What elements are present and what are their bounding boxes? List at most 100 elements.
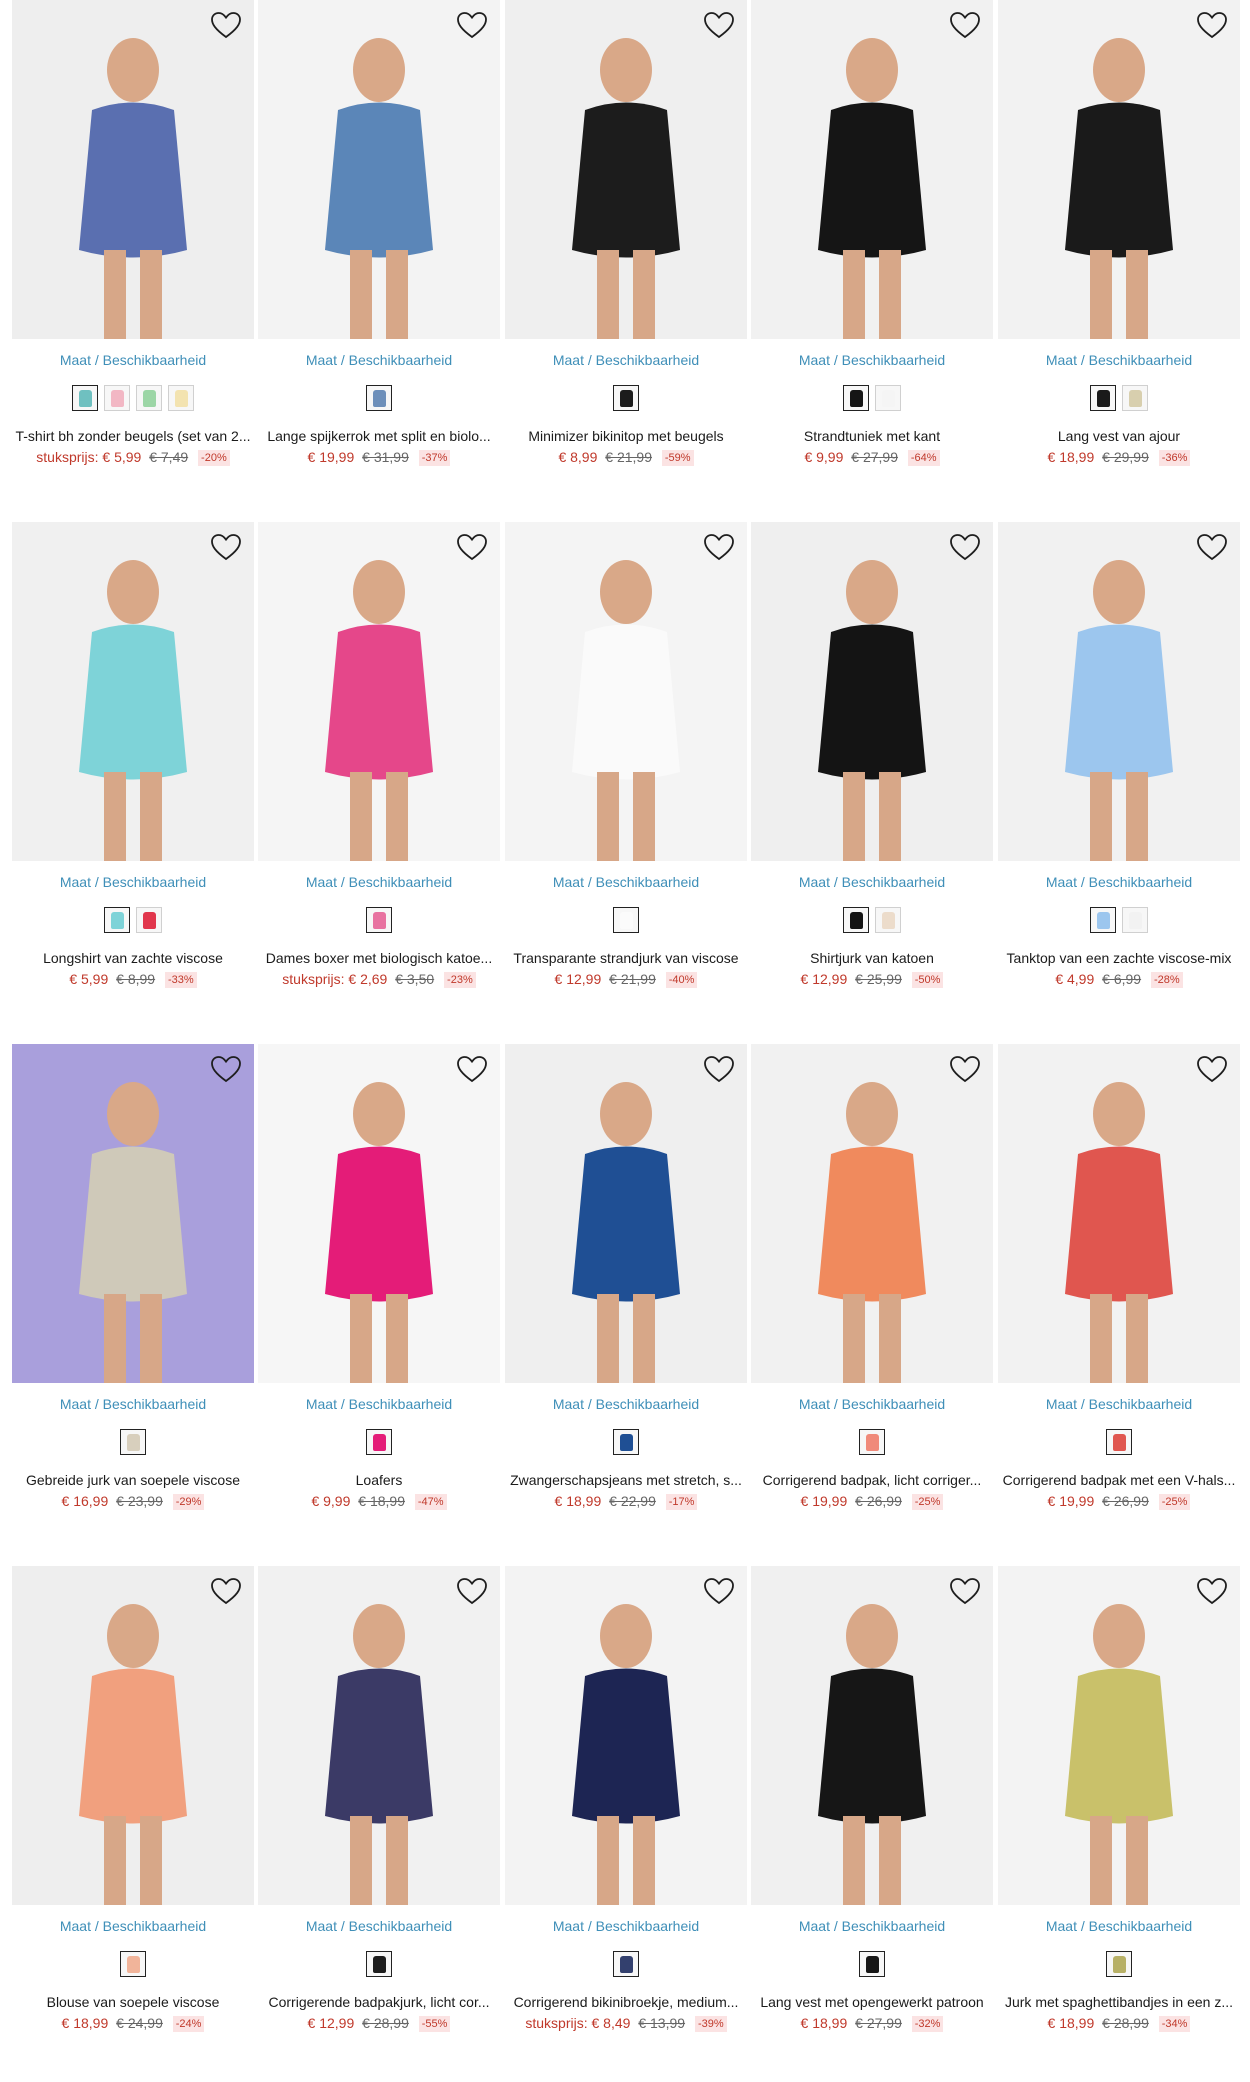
product-image[interactable] [751,522,993,861]
product-image[interactable] [258,1044,500,1383]
size-availability-link[interactable]: Maat / Beschikbaarheid [505,351,747,369]
wishlist-heart-icon[interactable] [703,10,735,40]
product-image[interactable] [998,1566,1240,1905]
product-card[interactable]: Maat / Beschikbaarheid Dames boxer met b… [258,522,500,988]
product-card[interactable]: Maat / Beschikbaarheid Gebreide jurk van… [12,1044,254,1510]
size-availability-link[interactable]: Maat / Beschikbaarheid [12,1395,254,1413]
color-swatch[interactable] [859,1429,885,1455]
color-swatch[interactable] [613,907,639,933]
color-swatch[interactable] [875,385,901,411]
product-card[interactable]: Maat / Beschikbaarheid Corrigerend badpa… [751,1044,993,1510]
product-title[interactable]: Tanktop van een zachte viscose-mix [998,949,1240,967]
product-image[interactable] [751,0,993,339]
wishlist-heart-icon[interactable] [1196,532,1228,562]
size-availability-link[interactable]: Maat / Beschikbaarheid [258,1917,500,1935]
color-swatch[interactable] [1122,385,1148,411]
color-swatch[interactable] [843,907,869,933]
color-swatch[interactable] [1122,907,1148,933]
size-availability-link[interactable]: Maat / Beschikbaarheid [751,873,993,891]
product-image[interactable] [258,1566,500,1905]
color-swatch[interactable] [859,1951,885,1977]
wishlist-heart-icon[interactable] [210,1576,242,1606]
color-swatch[interactable] [366,385,392,411]
product-title[interactable]: Lang vest met opengewerkt patroon [751,1993,993,2011]
size-availability-link[interactable]: Maat / Beschikbaarheid [505,1917,747,1935]
product-image[interactable] [505,522,747,861]
product-title[interactable]: Shirtjurk van katoen [751,949,993,967]
product-image[interactable] [12,0,254,339]
wishlist-heart-icon[interactable] [456,1054,488,1084]
wishlist-heart-icon[interactable] [456,532,488,562]
product-card[interactable]: Maat / Beschikbaarheid Loafers € 9,99 € … [258,1044,500,1510]
color-swatch[interactable] [613,385,639,411]
product-card[interactable]: Maat / Beschikbaarheid Tanktop van een z… [998,522,1240,988]
size-availability-link[interactable]: Maat / Beschikbaarheid [751,351,993,369]
product-image[interactable] [505,0,747,339]
wishlist-heart-icon[interactable] [703,1576,735,1606]
product-card[interactable]: Maat / Beschikbaarheid Corrigerende badp… [258,1566,500,2032]
size-availability-link[interactable]: Maat / Beschikbaarheid [998,351,1240,369]
product-title[interactable]: Lang vest van ajour [998,427,1240,445]
size-availability-link[interactable]: Maat / Beschikbaarheid [12,351,254,369]
wishlist-heart-icon[interactable] [949,532,981,562]
product-card[interactable]: Maat / Beschikbaarheid Shirtjurk van kat… [751,522,993,988]
size-availability-link[interactable]: Maat / Beschikbaarheid [505,873,747,891]
wishlist-heart-icon[interactable] [456,1576,488,1606]
product-title[interactable]: Minimizer bikinitop met beugels [505,427,747,445]
color-swatch[interactable] [168,385,194,411]
product-image[interactable] [505,1044,747,1383]
product-card[interactable]: Maat / Beschikbaarheid Jurk met spaghett… [998,1566,1240,2032]
product-card[interactable]: Maat / Beschikbaarheid Minimizer bikinit… [505,0,747,466]
product-title[interactable]: Loafers [258,1471,500,1489]
wishlist-heart-icon[interactable] [456,10,488,40]
color-swatch[interactable] [120,1951,146,1977]
size-availability-link[interactable]: Maat / Beschikbaarheid [751,1917,993,1935]
product-title[interactable]: Corrigerende badpakjurk, licht cor... [258,1993,500,2011]
product-image[interactable] [258,0,500,339]
size-availability-link[interactable]: Maat / Beschikbaarheid [12,873,254,891]
product-title[interactable]: Gebreide jurk van soepele viscose [12,1471,254,1489]
product-card[interactable]: Maat / Beschikbaarheid Strandtuniek met … [751,0,993,466]
color-swatch[interactable] [1106,1429,1132,1455]
color-swatch[interactable] [366,1429,392,1455]
wishlist-heart-icon[interactable] [210,532,242,562]
color-swatch[interactable] [1090,907,1116,933]
product-card[interactable]: Maat / Beschikbaarheid Longshirt van zac… [12,522,254,988]
product-card[interactable]: Maat / Beschikbaarheid Zwangerschapsjean… [505,1044,747,1510]
color-swatch[interactable] [875,907,901,933]
product-image[interactable] [998,522,1240,861]
product-title[interactable]: Transparante strandjurk van viscose [505,949,747,967]
product-title[interactable]: Lange spijkerrok met split en biolo... [258,427,500,445]
wishlist-heart-icon[interactable] [1196,10,1228,40]
product-image[interactable] [258,522,500,861]
product-card[interactable]: Maat / Beschikbaarheid Lang vest van ajo… [998,0,1240,466]
product-image[interactable] [998,1044,1240,1383]
wishlist-heart-icon[interactable] [1196,1054,1228,1084]
size-availability-link[interactable]: Maat / Beschikbaarheid [258,1395,500,1413]
product-title[interactable]: Corrigerend badpak, licht corriger... [751,1471,993,1489]
size-availability-link[interactable]: Maat / Beschikbaarheid [998,873,1240,891]
wishlist-heart-icon[interactable] [703,532,735,562]
product-card[interactable]: Maat / Beschikbaarheid Lange spijkerrok … [258,0,500,466]
wishlist-heart-icon[interactable] [210,10,242,40]
product-card[interactable]: Maat / Beschikbaarheid Lang vest met ope… [751,1566,993,2032]
product-card[interactable]: Maat / Beschikbaarheid Corrigerend badpa… [998,1044,1240,1510]
product-title[interactable]: Strandtuniek met kant [751,427,993,445]
wishlist-heart-icon[interactable] [210,1054,242,1084]
color-swatch[interactable] [613,1429,639,1455]
product-image[interactable] [751,1566,993,1905]
color-swatch[interactable] [72,385,98,411]
size-availability-link[interactable]: Maat / Beschikbaarheid [751,1395,993,1413]
color-swatch[interactable] [104,385,130,411]
product-title[interactable]: Jurk met spaghettibandjes in een z... [998,1993,1240,2011]
size-availability-link[interactable]: Maat / Beschikbaarheid [505,1395,747,1413]
wishlist-heart-icon[interactable] [703,1054,735,1084]
product-image[interactable] [12,1566,254,1905]
size-availability-link[interactable]: Maat / Beschikbaarheid [998,1917,1240,1935]
color-swatch[interactable] [104,907,130,933]
product-title[interactable]: Corrigerend bikinibroekje, medium... [505,1993,747,2011]
wishlist-heart-icon[interactable] [949,1576,981,1606]
product-title[interactable]: Zwangerschapsjeans met stretch, s... [505,1471,747,1489]
size-availability-link[interactable]: Maat / Beschikbaarheid [258,873,500,891]
color-swatch[interactable] [1106,1951,1132,1977]
